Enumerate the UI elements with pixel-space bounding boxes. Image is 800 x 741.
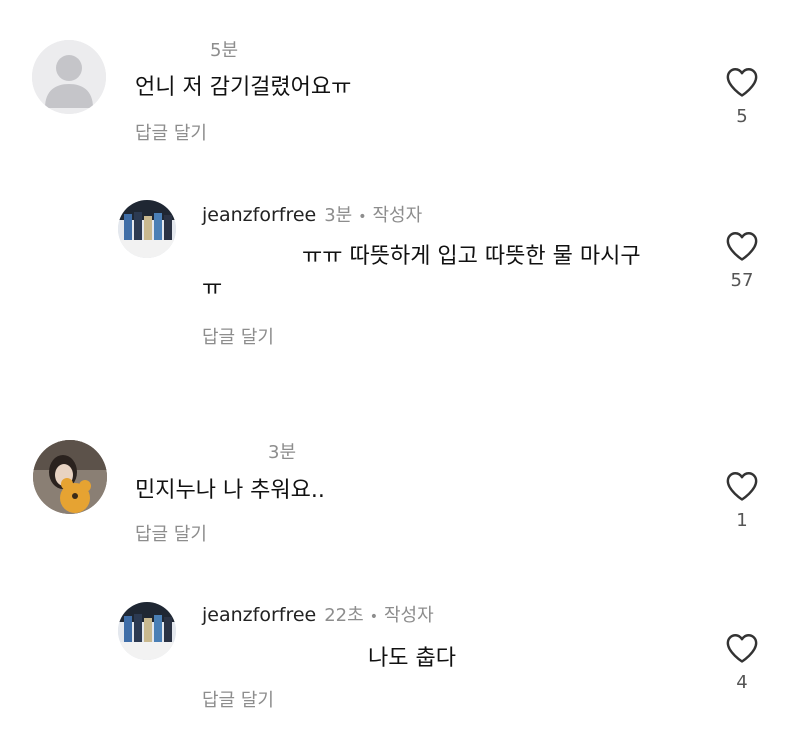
reply-button[interactable]: 답글 달기 <box>202 686 274 712</box>
author-avatar-image <box>118 602 176 660</box>
author-badge: 작성자 <box>372 205 423 226</box>
reply-text-line-1: 나도 춥다 <box>368 646 456 671</box>
author-avatar[interactable] <box>118 200 176 258</box>
comment-meta: 5분 <box>210 36 238 62</box>
comment-text: 언니 저 감기걸렸어요ㅠ <box>135 75 352 100</box>
like-control: 57 <box>712 230 772 291</box>
heart-outline-icon[interactable] <box>725 632 759 664</box>
separator-dot: • <box>369 609 378 625</box>
reply-time: 22초 <box>324 605 364 626</box>
comment-meta: 3분 <box>268 438 296 464</box>
reply-text-line-2: ㅠ <box>202 276 223 301</box>
heart-outline-icon[interactable] <box>725 230 759 262</box>
reply-meta: jeanzforfree 3분 • 작성자 <box>202 201 422 227</box>
avatar[interactable] <box>33 440 107 514</box>
username[interactable]: jeanzforfree <box>202 204 316 226</box>
comment-text: 민지누나 나 추워요.. <box>135 478 325 503</box>
like-control: 1 <box>712 470 772 531</box>
heart-outline-icon[interactable] <box>725 66 759 98</box>
reply-1: jeanzforfree 3분 • 작성자 ㅠㅠ 따뜻하게 입고 따뜻한 물 마시구 … <box>0 190 800 360</box>
comment-2: 3분 민지누나 나 추워요.. 답글 달기 1 <box>0 420 800 570</box>
reply-button[interactable]: 답글 달기 <box>135 520 207 546</box>
reply-2: jeanzforfree 22초 • 작성자 나도 춥다 답글 달기 4 <box>0 592 800 741</box>
author-avatar-image <box>118 200 176 258</box>
like-count: 1 <box>736 510 748 531</box>
author-avatar[interactable] <box>118 602 176 660</box>
avatar[interactable] <box>32 40 106 114</box>
reply-text-line-1: ㅠㅠ 따뜻하게 입고 따뜻한 물 마시구 <box>302 244 641 269</box>
like-control: 4 <box>712 632 772 693</box>
reply-button[interactable]: 답글 달기 <box>202 323 274 349</box>
separator-dot: • <box>358 209 367 225</box>
comment-time: 5분 <box>210 40 239 61</box>
avatar-image <box>33 440 107 514</box>
reply-button[interactable]: 답글 달기 <box>135 119 207 145</box>
heart-outline-icon[interactable] <box>725 470 759 502</box>
reply-meta: jeanzforfree 22초 • 작성자 <box>202 601 434 627</box>
like-control: 5 <box>712 66 772 127</box>
comment-time: 3분 <box>268 442 297 463</box>
like-count: 5 <box>736 106 748 127</box>
author-badge: 작성자 <box>383 605 434 626</box>
like-count: 4 <box>736 672 748 693</box>
comment-1: 5분 언니 저 감기걸렸어요ㅠ 답글 달기 5 <box>0 0 800 170</box>
reply-time: 3분 <box>324 205 353 226</box>
username[interactable]: jeanzforfree <box>202 604 316 626</box>
person-silhouette-icon <box>32 40 106 114</box>
like-count: 57 <box>730 270 754 291</box>
